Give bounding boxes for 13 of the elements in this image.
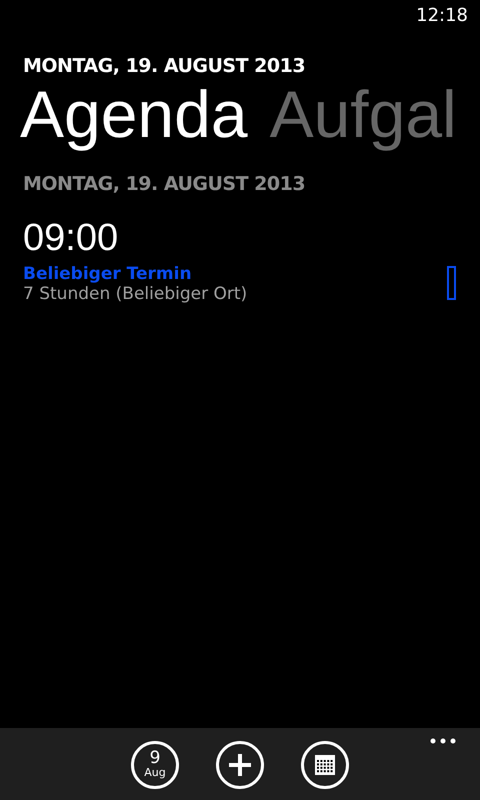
calendar-icon bbox=[314, 754, 336, 776]
calendar-button[interactable] bbox=[301, 741, 349, 789]
event-detail: 7 Stunden (Beliebiger Ort) bbox=[23, 284, 248, 304]
clock: 12:18 bbox=[416, 5, 468, 28]
more-icon[interactable] bbox=[430, 738, 456, 744]
app-title: MONTAG, 19. AUGUST 2013 bbox=[23, 55, 306, 77]
today-button[interactable]: 9 Aug bbox=[131, 741, 179, 789]
day-heading: MONTAG, 19. AUGUST 2013 bbox=[23, 172, 306, 195]
pivot-tab[interactable]: Agenda bbox=[20, 77, 248, 153]
pivot-tab[interactable]: Aufgal bbox=[270, 77, 457, 153]
plus-icon bbox=[227, 752, 253, 778]
time-heading: 09:00 bbox=[23, 216, 120, 260]
add-button[interactable] bbox=[216, 741, 264, 789]
